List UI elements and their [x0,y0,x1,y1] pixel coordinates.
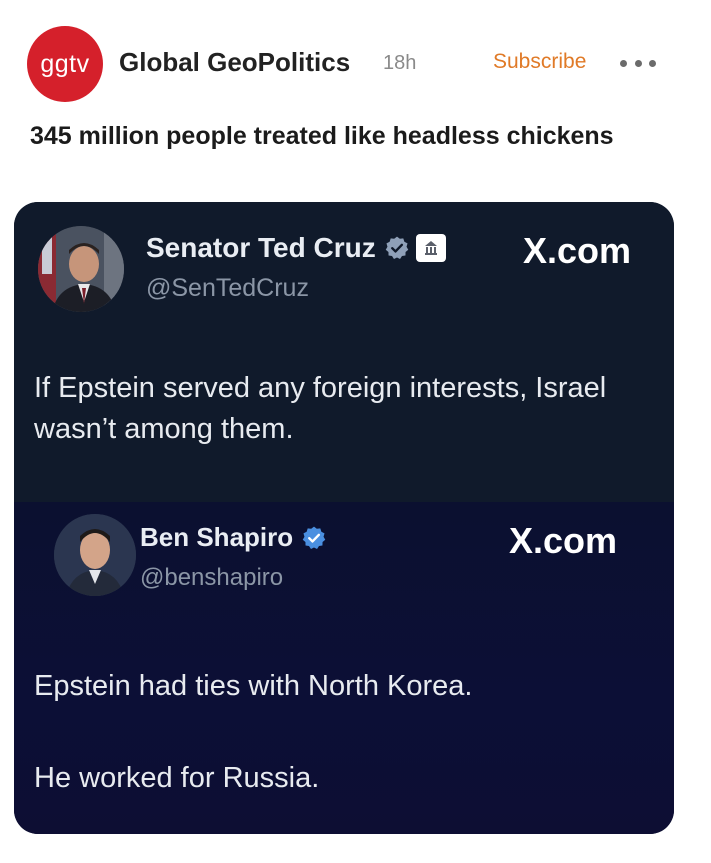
verified-badge-icon [385,236,409,259]
channel-name[interactable]: Global GeoPolitics [119,47,350,78]
post-image[interactable]: Senator Ted Cruz @SenTedCruz X.com If Ep… [14,202,674,834]
channel-logo-text: ggtv [40,49,90,78]
verified-badge-icon [302,526,326,549]
avatar-photo-icon [54,514,136,596]
avatar [54,514,136,596]
tweet-card-cruz: Senator Ted Cruz @SenTedCruz X.com If Ep… [14,202,674,502]
handle: @SenTedCruz [146,274,309,302]
dot [649,59,656,67]
avatar [38,226,124,312]
tweet-text: He worked for Russia. [34,762,320,794]
tweet-text: If Epstein served any foreign interests,… [34,372,607,445]
subscribe-button[interactable]: Subscribe [493,50,586,74]
dot [634,59,642,67]
display-name: Ben Shapiro [140,522,294,552]
tweet-text: Epstein had ties with North Korea. [34,670,473,702]
post-timestamp: 18h [383,52,417,74]
post-title: 345 million people treated like headless… [30,122,614,150]
tweet-author-line: Ben Shapiro [140,522,327,553]
avatar-photo-icon [38,226,124,312]
tweet-author-line: Senator Ted Cruz [146,232,446,264]
display-name: Senator Ted Cruz [146,232,376,263]
post-header: ggtv Global GeoPolitics 18h Subscribe [0,0,711,110]
handle: @benshapiro [140,564,284,591]
x-logo-label: X.com [509,520,618,561]
channel-logo[interactable]: ggtv [27,26,103,102]
government-building-icon [415,234,446,262]
x-logo-label: X.com [523,230,632,271]
dot [620,59,627,67]
more-options-icon[interactable] [620,57,656,69]
